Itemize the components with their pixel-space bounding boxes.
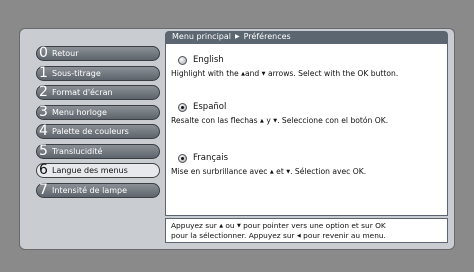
menu-item-number: 0 bbox=[39, 45, 48, 61]
help-line-2: pour la sélectionner. Appuyez sur ◀ pour… bbox=[171, 231, 442, 241]
menu-item-number: 3 bbox=[39, 103, 48, 120]
menu-item-label: Langue des menus bbox=[52, 166, 128, 175]
desc-text: Resalte con las flechas bbox=[171, 116, 261, 125]
help-text: ou bbox=[223, 221, 237, 230]
desc-text: . Sélection avec OK. bbox=[290, 167, 367, 176]
desc-text: . Seleccione con el botón OK. bbox=[277, 116, 389, 125]
menu-item-number: 4 bbox=[39, 123, 48, 139]
chevron-right-icon: ▶ bbox=[235, 33, 240, 40]
menu-item-retour[interactable]: 0 Retour bbox=[36, 45, 160, 61]
option-title: Français bbox=[178, 152, 447, 164]
breadcrumb-root: Menu principal bbox=[172, 32, 231, 41]
menu-item-number: 2 bbox=[39, 84, 48, 100]
menu-item-menu-horloge[interactable]: 3 Menu horloge bbox=[36, 103, 160, 120]
option-espanol[interactable]: Español Resalte con las flechas ▲ y ▼. S… bbox=[166, 101, 447, 125]
menu-item-number: 1 bbox=[39, 64, 48, 81]
menu-item-label: Palette de couleurs bbox=[52, 127, 129, 136]
desc-text: arrows. Select with the OK button. bbox=[265, 69, 399, 78]
menu-item-label: Menu horloge bbox=[52, 107, 107, 117]
menu-item-palette-couleurs[interactable]: 4 Palette de couleurs bbox=[36, 123, 160, 139]
option-label: Español bbox=[193, 102, 227, 112]
option-label: English bbox=[193, 55, 224, 65]
desc-text: y bbox=[263, 116, 274, 125]
option-francais[interactable]: Français Mise en surbrillance avec ▲ et … bbox=[166, 152, 447, 176]
breadcrumb: Menu principal ▶ Préférences bbox=[165, 31, 448, 43]
menu-item-translucidite[interactable]: 5 Translucidité bbox=[36, 142, 160, 159]
option-title: English bbox=[178, 54, 447, 66]
option-description: Highlight with the ▲and ▼ arrows. Select… bbox=[171, 69, 447, 78]
menu-item-label: Translucidité bbox=[52, 146, 103, 156]
desc-text: Mise en surbrillance avec bbox=[171, 167, 270, 176]
desc-text: and bbox=[244, 69, 262, 78]
menu-item-number: 5 bbox=[39, 142, 48, 159]
option-english[interactable]: English Highlight with the ▲and ▼ arrows… bbox=[166, 54, 447, 78]
help-line-1: Appuyez sur ▲ ou ▼ pour pointer vers une… bbox=[171, 221, 442, 231]
radio-icon[interactable] bbox=[178, 55, 187, 65]
menu-item-label: Sous-titrage bbox=[52, 68, 101, 78]
help-text: pour pointer vers une option et sur OK bbox=[240, 221, 386, 230]
menu-item-number: 6 bbox=[39, 162, 48, 178]
radio-selected-icon[interactable] bbox=[178, 102, 187, 112]
breadcrumb-current: Préférences bbox=[243, 32, 291, 41]
language-options-pane: English Highlight with the ▲and ▼ arrows… bbox=[165, 43, 448, 216]
option-title: Español bbox=[178, 101, 447, 113]
desc-text: Highlight with the bbox=[171, 69, 242, 78]
help-text: pour la sélectionner. Appuyez sur bbox=[171, 231, 297, 240]
radio-selected-icon[interactable] bbox=[178, 153, 187, 163]
menu-item-intensite-lampe[interactable]: 7 Intensité de lampe bbox=[36, 181, 160, 198]
help-text-box: Appuyez sur ▲ ou ▼ pour pointer vers une… bbox=[165, 218, 448, 243]
menu-item-label: Format d'écran bbox=[52, 88, 113, 97]
menu-item-label: Retour bbox=[52, 49, 79, 58]
menu-item-langue-menus[interactable]: 6 Langue des menus bbox=[36, 162, 160, 178]
option-label: Français bbox=[193, 153, 229, 163]
option-description: Mise en surbrillance avec ▲ et ▼. Sélect… bbox=[171, 167, 447, 176]
desc-text: et bbox=[273, 167, 287, 176]
help-text: pour revenir au menu. bbox=[300, 231, 386, 240]
menu-item-number: 7 bbox=[39, 181, 48, 198]
menu-item-format-ecran[interactable]: 2 Format d'écran bbox=[36, 84, 160, 100]
menu-item-sous-titrage[interactable]: 1 Sous-titrage bbox=[36, 64, 160, 81]
help-text: Appuyez sur bbox=[171, 221, 220, 230]
menu-item-label: Intensité de lampe bbox=[52, 185, 128, 195]
option-description: Resalte con las flechas ▲ y ▼. Seleccion… bbox=[171, 116, 447, 125]
